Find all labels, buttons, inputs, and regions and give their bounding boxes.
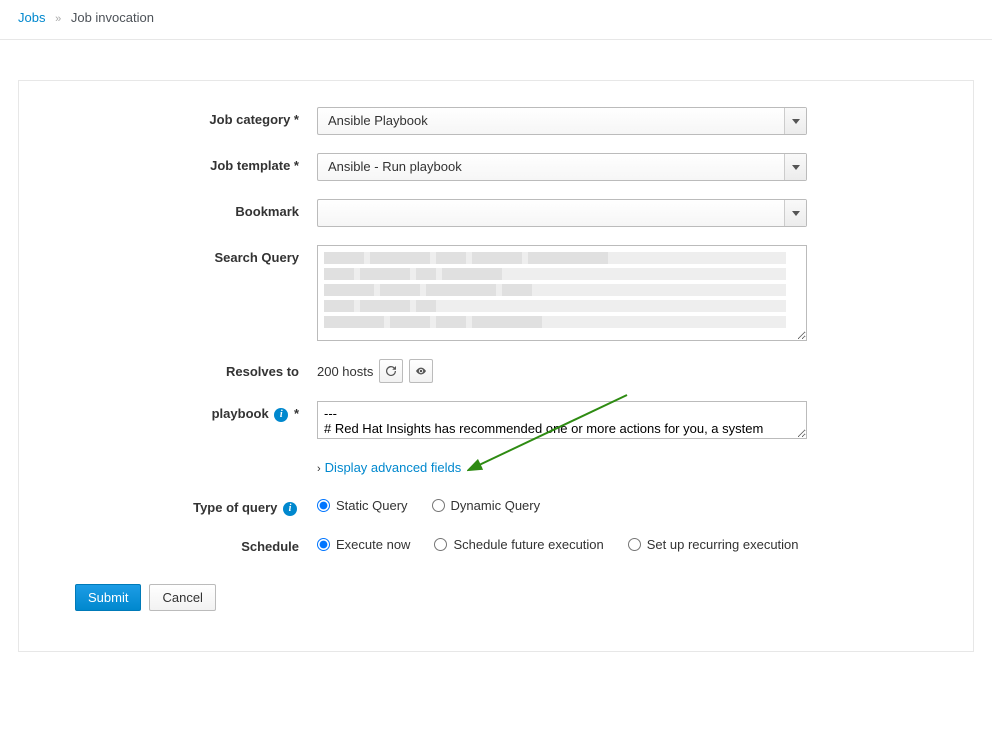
preview-button[interactable] [409, 359, 433, 383]
submit-button[interactable]: Submit [75, 584, 141, 611]
info-icon[interactable]: i [283, 502, 297, 516]
refresh-icon [386, 365, 396, 377]
job-category-value: Ansible Playbook [318, 108, 784, 134]
breadcrumb-jobs-link[interactable]: Jobs [18, 10, 45, 25]
job-invocation-form: Job category * Ansible Playbook Job temp… [18, 80, 974, 652]
bookmark-label: Bookmark [67, 199, 317, 219]
job-category-select[interactable]: Ansible Playbook [317, 107, 807, 135]
refresh-button[interactable] [379, 359, 403, 383]
breadcrumb-current: Job invocation [71, 10, 154, 25]
cancel-button[interactable]: Cancel [149, 584, 215, 611]
breadcrumb: Jobs » Job invocation [0, 0, 992, 40]
breadcrumb-separator: » [55, 13, 61, 25]
playbook-label: playbook i * [67, 401, 317, 422]
recurring-radio[interactable]: Set up recurring execution [628, 537, 799, 552]
job-template-value: Ansible - Run playbook [318, 154, 784, 180]
resolves-to-value: 200 hosts [317, 364, 373, 379]
search-query-label: Search Query [67, 245, 317, 265]
display-advanced-fields-link[interactable]: ›Display advanced fields [317, 460, 461, 475]
job-template-label: Job template * [67, 153, 317, 173]
bookmark-select[interactable] [317, 199, 807, 227]
chevron-down-icon [784, 108, 806, 134]
resolves-to-label: Resolves to [67, 359, 317, 379]
job-category-label: Job category * [67, 107, 317, 127]
info-icon[interactable]: i [274, 408, 288, 422]
redacted-content [324, 252, 786, 334]
schedule-label: Schedule [67, 534, 317, 554]
eye-icon [416, 366, 426, 376]
schedule-future-radio[interactable]: Schedule future execution [434, 537, 603, 552]
job-template-select[interactable]: Ansible - Run playbook [317, 153, 807, 181]
dynamic-query-radio[interactable]: Dynamic Query [432, 498, 541, 513]
chevron-down-icon [784, 200, 806, 226]
search-query-input[interactable] [317, 245, 807, 341]
execute-now-radio[interactable]: Execute now [317, 537, 410, 552]
chevron-right-icon: › [317, 463, 321, 475]
playbook-input[interactable] [317, 401, 807, 439]
type-of-query-label: Type of query i [67, 495, 317, 516]
chevron-down-icon [784, 154, 806, 180]
static-query-radio[interactable]: Static Query [317, 498, 408, 513]
bookmark-value [318, 200, 784, 226]
